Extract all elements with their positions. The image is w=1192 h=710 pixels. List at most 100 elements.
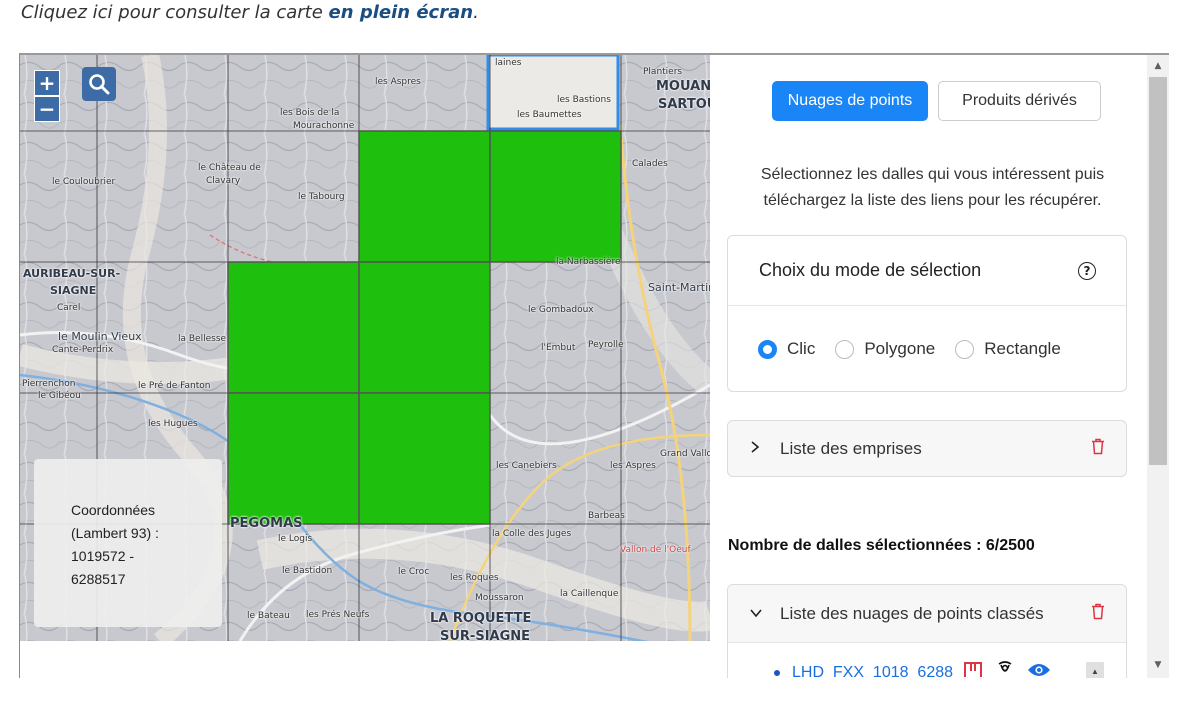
- map-label: les Prés Neufs: [306, 610, 370, 620]
- emprises-accordion[interactable]: Liste des emprises: [727, 420, 1127, 477]
- intro-text: Cliquez ici pour consulter la carte en p…: [21, 2, 479, 23]
- scroll-up-arrow[interactable]: ▲: [1147, 57, 1169, 75]
- intro-prefix: Cliquez ici pour consulter la carte: [21, 2, 329, 23]
- map-label: MOUAN: [656, 79, 710, 94]
- map-label: Plantiers: [643, 67, 683, 77]
- instructions-line: Sélectionnez les dalles qui vous intéres…: [760, 166, 1105, 183]
- radio-polygone[interactable]: Polygone: [835, 339, 935, 359]
- map-label: Pierrenchon: [22, 379, 76, 389]
- map-label: le Gibéou: [38, 391, 81, 401]
- selected-tile: [358, 130, 491, 263]
- map-label: Cante-Perdrix: [52, 345, 114, 355]
- map-label: le Gombadoux: [528, 305, 594, 315]
- nuages-label: Liste des nuages de points classés: [780, 604, 1044, 623]
- tab-produits-derives[interactable]: Produits dérivés: [938, 81, 1101, 121]
- map-label: la Colle des Juges: [492, 529, 572, 539]
- map-label: Peyrolle: [588, 340, 624, 350]
- map-label: la Bellesse: [178, 334, 227, 344]
- map-label: la Narbassière: [556, 257, 621, 267]
- map-label: PEGOMAS: [230, 516, 303, 531]
- map-label: le Château de: [198, 163, 261, 173]
- map-label: le Bastidon: [282, 566, 333, 576]
- question-circle-icon[interactable]: ?: [1078, 262, 1096, 280]
- map-label: LA ROQUETTE: [430, 611, 532, 626]
- search-icon: [89, 74, 110, 95]
- zoom-in-button[interactable]: +: [34, 70, 60, 96]
- radio-clic[interactable]: Clic: [758, 339, 815, 359]
- tile-link[interactable]: LHD_FXX_1018_6288: [792, 664, 953, 679]
- fullscreen-link[interactable]: en plein écran: [329, 2, 474, 23]
- map-label: le Logis: [278, 534, 313, 544]
- side-panel: Nuages de points Produits dérivés Sélect…: [710, 55, 1147, 678]
- selected-tile: [358, 261, 491, 394]
- selected-tile: [227, 392, 360, 525]
- radio-button[interactable]: [758, 339, 777, 359]
- map-label: les Canebiers: [496, 461, 557, 471]
- map-label: le Bateau: [247, 611, 290, 621]
- eye-icon[interactable]: [1027, 662, 1051, 678]
- map-label: Calades: [632, 159, 668, 169]
- map-label: SARTOU: [658, 97, 710, 112]
- instructions-line: téléchargez la liste des liens pour les …: [763, 192, 1102, 209]
- download-icon[interactable]: [963, 661, 983, 678]
- map-label: les Aspres: [375, 77, 421, 87]
- trash-icon[interactable]: [1091, 603, 1105, 625]
- map-label: AURIBEAU-SUR-: [23, 267, 121, 280]
- inner-scroll-up[interactable]: ▲: [1086, 662, 1104, 678]
- map-label: SIAGNE: [50, 284, 97, 297]
- scroll-down-arrow[interactable]: ▼: [1147, 656, 1169, 674]
- map-label: Moussaron: [475, 593, 524, 603]
- chevron-down-icon: [750, 607, 764, 622]
- selection-mode-card: Choix du mode de sélection ? Clic Polygo…: [727, 235, 1127, 392]
- radio-rectangle[interactable]: Rectangle: [955, 339, 1061, 359]
- radio-label: Polygone: [864, 339, 936, 358]
- coordinates-system: (Lambert 93) :: [71, 525, 159, 541]
- nuages-header-row[interactable]: Liste des nuages de points classés: [728, 585, 1126, 643]
- map-label: le Couloubrier: [52, 177, 116, 187]
- intro-suffix: .: [473, 2, 479, 23]
- map-label: SUR-SIAGNE: [440, 629, 531, 641]
- map-label: l'Embut: [541, 343, 576, 353]
- radio-button[interactable]: [835, 339, 855, 359]
- panel-scrollbar[interactable]: ▲ ▼: [1147, 55, 1169, 678]
- map-label: le Croc: [398, 567, 430, 577]
- map-label: Saint-Martin: [648, 281, 710, 294]
- map-label: les Roques: [450, 573, 499, 583]
- map-label: la Caillenque: [560, 589, 619, 599]
- map-label: Mourachonne: [293, 121, 355, 131]
- zoom-control: + −: [34, 70, 60, 122]
- map-label: laines: [495, 58, 522, 68]
- map-label: Grand Vallon: [660, 449, 710, 459]
- instructions: Sélectionnez les dalles qui vous intéres…: [740, 162, 1125, 214]
- map-label: les Hugues: [148, 419, 198, 429]
- emprises-header[interactable]: Liste des emprises: [728, 421, 1126, 476]
- nuages-header[interactable]: Liste des nuages de points classés: [728, 585, 1126, 643]
- map-label: les Aspres: [610, 461, 656, 471]
- coordinates-x: 1019572 -: [71, 548, 135, 564]
- map-label: Clavary: [206, 176, 241, 186]
- map-frame: laines Plantiers MOUAN SARTOU les Bastio…: [19, 53, 1169, 678]
- map-label: les Bois de la: [280, 108, 340, 118]
- selected-tile: [489, 130, 622, 263]
- chevron-right-icon: [750, 440, 764, 457]
- radio-label: Clic: [787, 339, 816, 358]
- radio-button[interactable]: [955, 339, 975, 359]
- trash-icon[interactable]: [1091, 438, 1105, 459]
- radio-label: Rectangle: [984, 339, 1061, 358]
- coordinates-label: Coordonnées: [71, 502, 156, 518]
- map[interactable]: laines Plantiers MOUAN SARTOU les Bastio…: [20, 55, 710, 641]
- coordinates-y: 6288517: [71, 571, 126, 587]
- selected-tile: [358, 392, 491, 525]
- map-search-button[interactable]: [82, 67, 116, 101]
- scroll-thumb[interactable]: [1149, 77, 1167, 465]
- emprises-label: Liste des emprises: [780, 438, 922, 458]
- map-label: les Baumettes: [517, 110, 582, 120]
- tab-nuages-de-points[interactable]: Nuages de points: [772, 81, 928, 121]
- selected-count: Nombre de dalles sélectionnées : 6/2500: [728, 537, 1035, 554]
- bullet: [774, 669, 780, 676]
- zoom-out-button[interactable]: −: [34, 96, 60, 122]
- map-label: Barbeas: [588, 511, 625, 521]
- nuages-accordion[interactable]: Liste des nuages de points classés LHD_F…: [727, 584, 1127, 678]
- map-label: le Moulin Vieux: [58, 330, 142, 343]
- location-icon[interactable]: [995, 661, 1015, 678]
